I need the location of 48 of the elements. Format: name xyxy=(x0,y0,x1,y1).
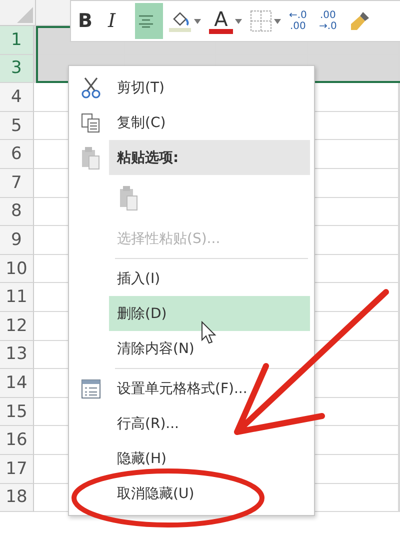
mouse-pointer-icon xyxy=(201,321,217,345)
font-color-button[interactable]: A xyxy=(206,3,245,39)
row-header[interactable]: 11 xyxy=(0,283,34,312)
column-header[interactable] xyxy=(36,0,70,26)
row-header[interactable]: 12 xyxy=(0,312,34,341)
align-center-button[interactable] xyxy=(135,3,163,39)
menu-item[interactable]: 清除内容(N) xyxy=(109,331,310,366)
clipboard-icon xyxy=(81,146,101,170)
menu-section-header: 粘贴选项: xyxy=(109,140,310,175)
row-header[interactable]: 1 xyxy=(0,26,34,55)
row-header[interactable]: 9 xyxy=(0,226,34,255)
row-header[interactable]: 14 xyxy=(0,369,34,398)
clipboard-icon xyxy=(119,185,139,211)
menu-item[interactable]: 隐藏(H) xyxy=(109,441,310,476)
menu-item[interactable]: 取消隐藏(U) xyxy=(109,476,310,511)
row-header[interactable]: 13 xyxy=(0,340,34,370)
row-header[interactable]: 7 xyxy=(0,168,34,198)
decimal-button[interactable]: ←.0 .00 xyxy=(286,3,314,39)
menu-item[interactable]: 行高(R)... xyxy=(109,406,310,441)
color-bar xyxy=(209,28,233,34)
row-header[interactable]: 18 xyxy=(0,484,34,512)
menu-item[interactable]: 剪切(T) xyxy=(109,70,310,105)
italic-button[interactable]: I xyxy=(105,3,133,39)
align-center-icon xyxy=(138,14,154,28)
copy-icon xyxy=(81,112,101,132)
row-header[interactable]: 8 xyxy=(0,198,34,226)
row-header[interactable]: 16 xyxy=(0,426,34,455)
caret-icon xyxy=(194,18,201,24)
row-header[interactable]: 15 xyxy=(0,398,34,426)
row-header[interactable]: 6 xyxy=(0,140,34,169)
row-header[interactable]: 4 xyxy=(0,83,34,112)
scissors-icon xyxy=(81,76,101,98)
menu-item[interactable]: 设置单元格格式(F)... xyxy=(109,371,310,406)
bold-button[interactable]: B xyxy=(75,3,103,39)
row-header[interactable]: 10 xyxy=(0,254,34,284)
row-header[interactable]: 5 xyxy=(0,112,34,140)
caret-icon xyxy=(235,18,242,24)
paintbrush-icon xyxy=(349,10,371,32)
decimal-button[interactable]: .00 →.0 xyxy=(316,3,344,39)
select-all-triangle-icon[interactable] xyxy=(15,5,35,25)
row-header[interactable]: 17 xyxy=(0,454,34,484)
row-header[interactable]: 3 xyxy=(0,54,34,84)
menu-item[interactable]: 删除(D) xyxy=(109,296,310,331)
borders-icon xyxy=(250,10,272,32)
caret-icon xyxy=(274,18,281,24)
menu-item[interactable]: 插入(I) xyxy=(109,261,310,296)
format-cells-icon xyxy=(81,378,101,398)
menu-item[interactable]: 复制(C) xyxy=(109,105,310,140)
